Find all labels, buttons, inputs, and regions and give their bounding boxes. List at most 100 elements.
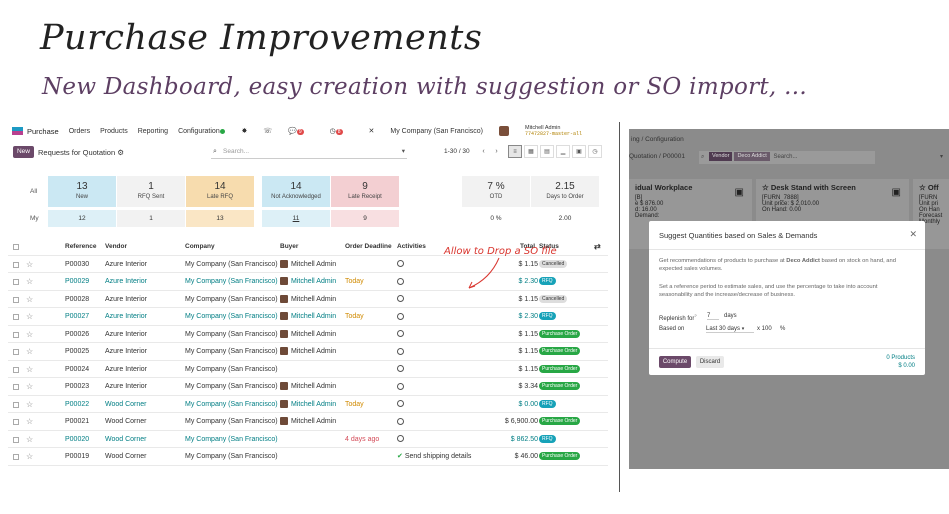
table-row[interactable]: ☆ P00019 Wood Corner My Company (San Franci… <box>8 448 608 466</box>
cell-buyer[interactable]: Mitchell Admin <box>280 308 336 326</box>
row-checkbox[interactable] <box>13 436 19 443</box>
cell-buyer[interactable]: Mitchell Admin <box>280 413 336 431</box>
row-checkbox[interactable] <box>13 454 19 460</box>
card-new-my[interactable]: 12 <box>48 210 116 227</box>
search-input[interactable]: ⌕ Search... ▾ <box>211 145 407 159</box>
cell-activities[interactable] <box>397 343 404 361</box>
replenish-days-input[interactable]: 7 <box>707 313 719 320</box>
phone-icon[interactable]: ☏ <box>263 127 272 135</box>
table-row[interactable]: ☆ P00024 Azure Interior My Company (San Fra… <box>8 361 608 379</box>
card-rfq-sent-my[interactable]: 1 <box>117 210 185 227</box>
new-button[interactable]: New <box>13 146 34 158</box>
table-row[interactable]: ☆ P00021 Wood Corner My Company (San Franci… <box>8 413 608 431</box>
row-checkbox[interactable] <box>13 296 19 303</box>
cell-activities[interactable] <box>397 378 404 396</box>
cell-buyer[interactable]: Mitchell Admin <box>280 291 336 309</box>
priority-star-icon[interactable]: ☆ <box>26 273 33 291</box>
cell-activities[interactable] <box>397 273 404 291</box>
right-breadcrumb-top[interactable]: ing / Configuration <box>631 136 684 143</box>
priority-star-icon[interactable]: ☆ <box>26 431 33 449</box>
purchase-app-icon[interactable] <box>12 127 23 135</box>
priority-star-icon[interactable]: ☆ <box>26 308 33 326</box>
priority-star-icon[interactable]: ☆ <box>26 291 33 309</box>
table-row[interactable]: ☆ P00020 Wood Corner My Company (San Franci… <box>8 431 608 449</box>
cell-activities[interactable] <box>397 413 404 431</box>
chat-icon[interactable]: 💬 9 <box>288 127 314 135</box>
app-name[interactable]: Purchase <box>27 127 59 136</box>
clock-icon[interactable] <box>397 365 404 373</box>
menu-products[interactable]: Products <box>100 128 128 135</box>
table-row[interactable]: ☆ P00025 Azure Interior My Company (San Fra… <box>8 343 608 361</box>
table-row[interactable]: ☆ P00022 Wood Corner My Company (San Franci… <box>8 396 608 414</box>
col-activities[interactable]: Activities <box>397 238 426 256</box>
col-reference[interactable]: Reference <box>65 238 96 256</box>
search-options-toggle[interactable]: ▾ <box>402 145 405 159</box>
vendor-facet-value[interactable]: Deco Addict <box>734 151 770 161</box>
clock-icon[interactable] <box>397 347 404 355</box>
activity-icon[interactable]: ◷ 8 <box>330 127 353 135</box>
vendor-facet[interactable]: Vendor <box>709 151 733 161</box>
row-checkbox[interactable] <box>13 314 19 320</box>
row-checkbox[interactable] <box>13 349 19 355</box>
priority-star-icon[interactable]: ☆ <box>26 343 33 361</box>
pager-previous-button[interactable]: ‹ <box>478 146 489 157</box>
cell-buyer[interactable]: Mitchell Admin <box>280 326 336 344</box>
priority-star-icon[interactable]: ☆ <box>26 361 33 379</box>
col-order-deadline[interactable]: Order Deadline <box>345 238 392 256</box>
row-checkbox[interactable] <box>13 419 19 425</box>
cell-activities[interactable] <box>397 326 404 344</box>
cell-activities[interactable] <box>397 308 404 326</box>
calendar-view-icon[interactable]: ▣ <box>572 145 586 158</box>
cell-activities[interactable] <box>397 431 404 449</box>
cell-activities[interactable] <box>397 256 404 274</box>
kanban-view-icon[interactable]: ▦ <box>524 145 538 158</box>
cell-activities[interactable] <box>397 361 404 379</box>
bug-icon[interactable]: ✸ <box>241 127 247 135</box>
card-new[interactable]: 13 New 12 <box>48 176 116 227</box>
row-checkbox[interactable] <box>13 261 19 268</box>
row-checkbox[interactable] <box>13 366 19 373</box>
priority-star-icon[interactable]: ☆ <box>26 378 33 396</box>
menu-configuration[interactable]: Configuration <box>178 128 220 135</box>
based-on-select[interactable]: Last 30 days ▾ <box>706 326 754 333</box>
cell-buyer[interactable]: Mitchell Admin <box>280 256 336 274</box>
pivot-view-icon[interactable]: ▤ <box>540 145 554 158</box>
menu-reporting[interactable]: Reporting <box>138 128 168 135</box>
table-row[interactable]: ☆ P00030 Azure Interior My Company (San Fra… <box>8 256 608 274</box>
pager-next-button[interactable]: › <box>491 146 502 157</box>
column-settings-icon[interactable]: ⇄ <box>594 238 601 256</box>
tools-icon[interactable]: ✕ <box>369 127 375 135</box>
right-breadcrumb[interactable]: Quotation / P00001 <box>629 153 685 160</box>
right-search-caret[interactable]: ▾ <box>940 151 943 164</box>
col-buyer[interactable]: Buyer <box>280 238 298 256</box>
table-row[interactable]: ☆ P00023 Azure Interior My Company (San Fra… <box>8 378 608 396</box>
pager-value[interactable]: 1-30 / 30 <box>444 148 470 155</box>
card-late-receipt[interactable]: 9 Late Receipt 9 <box>331 176 399 227</box>
priority-star-icon[interactable]: ☆ <box>26 256 33 274</box>
close-icon[interactable]: ✕ <box>909 229 917 240</box>
percentage-input[interactable]: x 100 <box>757 326 772 332</box>
cell-buyer[interactable]: Mitchell Admin <box>280 396 336 414</box>
table-row[interactable]: ☆ P00029 Azure Interior My Company (San Fra… <box>8 273 608 291</box>
row-checkbox[interactable] <box>13 279 19 285</box>
cell-activities[interactable] <box>397 396 404 414</box>
compute-button[interactable]: Compute <box>659 356 691 368</box>
help-icon[interactable]: ? <box>694 313 696 318</box>
clock-icon[interactable] <box>397 330 404 338</box>
user-avatar[interactable] <box>498 126 509 136</box>
row-checkbox[interactable] <box>13 401 19 408</box>
row-checkbox[interactable] <box>13 331 19 338</box>
clock-icon[interactable] <box>397 260 404 268</box>
cell-activities[interactable] <box>397 291 404 309</box>
cell-buyer[interactable]: Mitchell Admin <box>280 343 336 361</box>
priority-star-icon[interactable]: ☆ <box>26 448 33 466</box>
cell-activities[interactable]: ✔ Send shipping details <box>397 448 471 466</box>
list-view-icon[interactable]: ≡ <box>508 145 522 158</box>
menu-orders[interactable]: Orders <box>69 128 90 135</box>
card-late-rfq-my[interactable]: 13 <box>186 210 254 227</box>
cell-buyer[interactable]: Mitchell Admin <box>280 378 336 396</box>
graph-view-icon[interactable]: ▁ <box>556 145 570 158</box>
card-rfq-sent[interactable]: 1 RFQ Sent 1 <box>117 176 185 227</box>
row-checkbox[interactable] <box>13 384 19 390</box>
priority-star-icon[interactable]: ☆ <box>26 396 33 414</box>
